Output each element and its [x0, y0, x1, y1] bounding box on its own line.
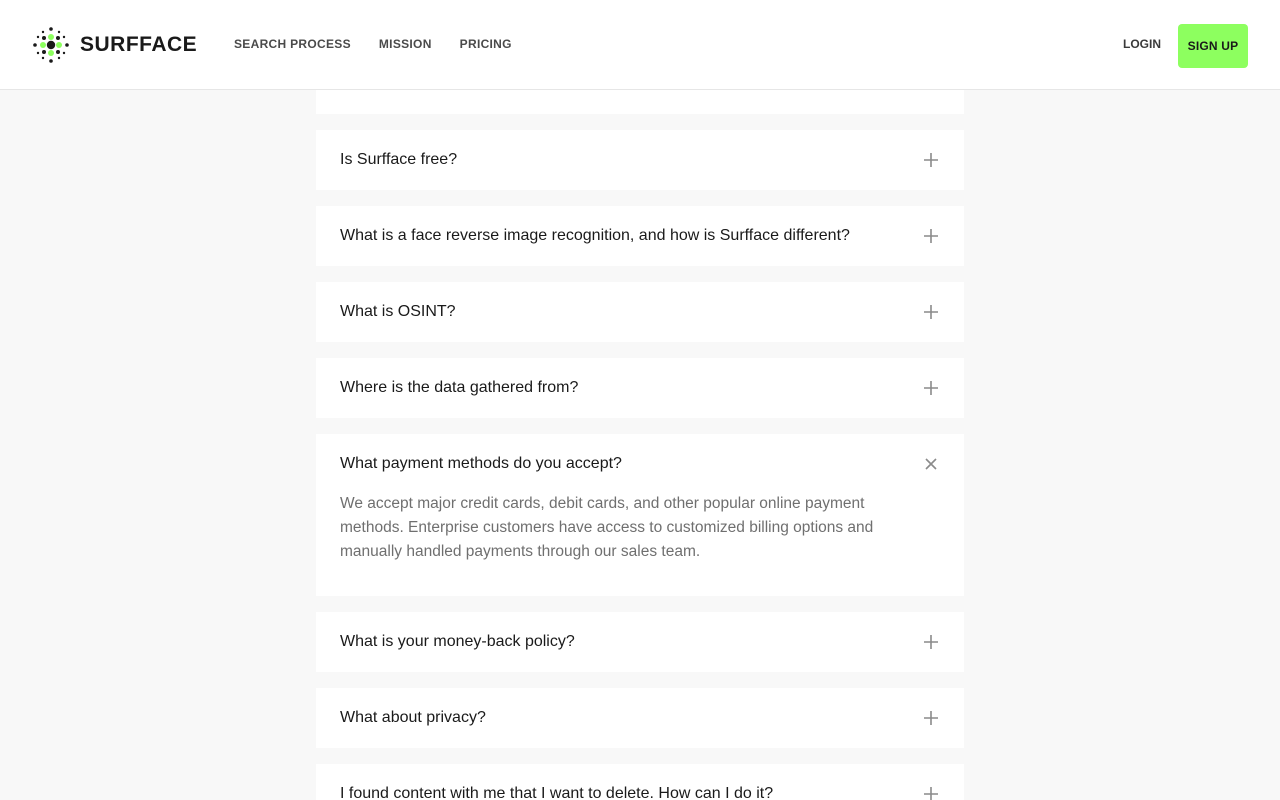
- faq-question: Is Surfface free?: [340, 151, 458, 168]
- site-header: SURFFACE SEARCH PROCESS MISSION PRICING …: [0, 0, 1280, 90]
- nav-search-process[interactable]: SEARCH PROCESS: [234, 37, 351, 51]
- faq-question: What is OSINT?: [340, 303, 456, 320]
- faq-question: Where is the data gathered from?: [340, 379, 579, 396]
- faq-question: What is a face reverse image recognition…: [340, 227, 850, 244]
- close-icon[interactable]: [922, 455, 940, 473]
- sign-up-button[interactable]: SIGN UP: [1178, 24, 1248, 68]
- faq-question: I found content with me that I want to d…: [340, 785, 774, 800]
- dots-logo-icon: [33, 27, 69, 63]
- faq-item[interactable]: What is a face reverse image recognition…: [316, 206, 964, 266]
- plus-icon[interactable]: [922, 785, 940, 800]
- faq-item[interactable]: I found content with me that I want to d…: [316, 764, 964, 800]
- plus-icon[interactable]: [922, 303, 940, 321]
- login-link[interactable]: LOGIN: [1123, 37, 1161, 51]
- brand-logo-link[interactable]: SURFFACE: [30, 24, 197, 66]
- nav-pricing[interactable]: PRICING: [460, 37, 512, 51]
- nav-mission[interactable]: MISSION: [379, 37, 432, 51]
- faq-answer: We accept major credit cards, debit card…: [340, 495, 874, 560]
- faq-item-expanded[interactable]: What payment methods do you accept? We a…: [316, 434, 964, 596]
- faq-item[interactable]: Is Surfface free?: [316, 130, 964, 190]
- plus-icon[interactable]: [922, 379, 940, 397]
- faq-item[interactable]: Where is the data gathered from?: [316, 358, 964, 418]
- faq-item[interactable]: What is your money-back policy?: [316, 612, 964, 672]
- faq-question: What about privacy?: [340, 709, 486, 726]
- plus-icon[interactable]: [922, 633, 940, 651]
- plus-icon[interactable]: [922, 709, 940, 727]
- faq-item[interactable]: What is OSINT?: [316, 282, 964, 342]
- faq-question: What payment methods do you accept?: [340, 455, 622, 472]
- faq-question: What is your money-back policy?: [340, 633, 575, 650]
- main-nav: SEARCH PROCESS MISSION PRICING: [234, 37, 512, 51]
- brand-name: SURFFACE: [80, 33, 198, 56]
- plus-icon[interactable]: [922, 227, 940, 245]
- faq-item[interactable]: What about privacy?: [316, 688, 964, 748]
- plus-icon[interactable]: [922, 151, 940, 169]
